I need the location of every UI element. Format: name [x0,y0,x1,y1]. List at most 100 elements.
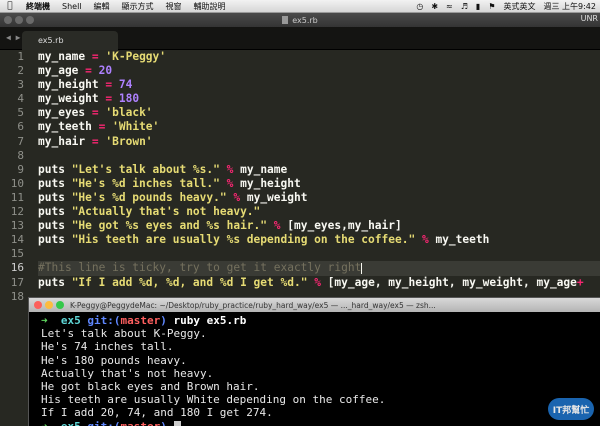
terminal-output-line: If I add 20, 74, and 180 I get 274. [41,406,273,420]
wifi-icon[interactable]: ≈ [442,2,457,11]
code-token: puts [38,205,72,219]
code-line: puts "His teeth are usually %s depending… [38,233,600,247]
terminal-output-line: His teeth are usually White depending on… [41,393,386,407]
code-token: "He got %s eyes and %s hair." [71,219,268,233]
terminal-title: K-Peggy@PeggydeMac: ~/Desktop/ruby_pract… [70,300,436,310]
code-token: my_name [233,162,288,176]
code-token: "Let's talk about %s." [71,162,220,176]
terminal-window-controls [29,301,70,309]
prompt-segment: ➜ [41,419,61,426]
code-token: + [576,275,584,289]
code-token: % [314,275,321,289]
code-line: puts "If I add %d, %d, and %d I get %d."… [38,276,600,290]
terminal-minimize-button[interactable] [45,301,53,309]
menu-help[interactable]: 輔助說明 [188,1,232,12]
code-token: my_age [38,64,86,78]
itbang-watermark-logo: IT邦幫忙 [548,398,594,420]
code-token: 'black' [105,106,153,120]
clock[interactable]: 週三 上午9:42 [539,1,600,12]
code-token: puts [38,162,72,176]
line-number: 9 [17,162,24,176]
terminal-output[interactable]: ➜ ex5 git:(master) ruby ex5.rb Let's tal… [29,312,600,426]
code-line: puts "He's %d pounds heavy." % my_weight [38,191,600,205]
terminal-output-line: Actually that's not heavy. [41,366,214,380]
code-token: [my_eyes,my_hair] [280,219,402,233]
input-method[interactable]: 英式英文 [499,1,539,12]
terminal-zoom-button[interactable] [56,301,64,309]
menu-terminal[interactable]: 終端機 [20,1,56,12]
terminal-output-line: Let's talk about K-Peggy. [41,327,207,341]
code-token: puts [38,190,72,204]
terminal-cursor [173,421,181,426]
code-token: 'White' [112,120,160,134]
time-machine-icon[interactable]: ◷ [412,2,427,11]
line-number-gutter: 1 2 3 4 5 6 7 8 9 10 11 12 13 14 15 16 17 18 [0,50,30,304]
code-line: my_name = 'K-Peggy' [38,50,600,64]
tab-strip: ◀ ▶ ex5.rb [0,27,600,50]
menu-shell[interactable]: Shell [56,2,88,11]
line-number: 7 [17,134,24,148]
terminal-close-button[interactable] [34,301,42,309]
code-token: my_hair [38,134,92,148]
code-token: 'Brown' [105,134,153,148]
prompt-branch: master [120,314,161,327]
code-token: = [91,134,99,148]
code-token: puts [38,233,72,247]
code-line: puts "Actually that's not heavy." [38,205,600,219]
terminal-window[interactable]: K-Peggy@PeggydeMac: ~/Desktop/ruby_pract… [28,297,600,426]
line-number: 15 [10,247,24,261]
prompt-arrow: ➜ [41,314,48,327]
editor-title-bar: ex5.rb UNR [0,13,600,27]
minimize-button[interactable] [15,16,23,24]
code-token: 'K-Peggy' [105,50,167,63]
code-area[interactable]: my_name = 'K-Peggy' my_age = 20 my_height … [38,50,600,304]
code-token: 74 [118,78,133,92]
code-token: puts [38,176,72,190]
code-token: my_eyes [38,106,92,120]
window-right-label: UNR [580,14,598,23]
code-line: my_age = 20 [38,64,600,78]
battery-icon[interactable]: ▮ [472,2,484,11]
terminal-output-line: He's 180 pounds heavy. [41,353,187,367]
terminal-prompt-line: ➜ ex5 git:(master) [41,420,600,426]
tab-scroll-arrows-icon[interactable]: ◀ ▶ [6,33,20,42]
line-number: 8 [17,148,24,162]
close-button[interactable] [4,16,12,24]
line-number: 1 [17,50,24,63]
line-number: 5 [17,106,24,120]
tab-ex5-rb[interactable]: ex5.rb [22,31,118,50]
code-token: [my_age, my_height, my_weight, my_age [320,275,577,289]
volume-icon[interactable]: ♬ [457,2,472,11]
code-token: my_teeth [428,233,490,247]
line-number: 4 [17,92,24,106]
line-number: 14 [10,233,24,247]
code-token: = [85,64,92,78]
line-number: 13 [10,219,24,233]
line-number: 3 [17,78,24,92]
code-token: "He's %d inches tall." [71,176,220,190]
code-line: my_weight = 180 [38,92,600,106]
prompt-dir: ex5 [60,314,81,327]
code-line: puts "He got %s eyes and %s hair." % [my… [38,219,600,233]
prompt-segment: ex5 [60,419,88,426]
bluetooth-icon[interactable]: ✱ [427,2,442,11]
menu-window[interactable]: 視窗 [160,1,188,12]
zoom-button[interactable] [26,16,34,24]
menu-edit[interactable]: 編輯 [88,1,116,12]
code-token: "His teeth are usually %s depending on t… [71,233,416,247]
apple-menu-icon[interactable]:  [0,1,20,11]
prompt-git-close: ) [160,314,167,327]
menu-view[interactable]: 顯示方式 [116,1,160,12]
text-cursor [361,262,363,274]
prompt-segment: git:( [87,419,121,426]
line-number: 6 [17,120,24,134]
prompt-git: git:( [87,314,121,327]
code-line: my_teeth = 'White' [38,120,600,134]
code-token: puts [38,275,72,289]
